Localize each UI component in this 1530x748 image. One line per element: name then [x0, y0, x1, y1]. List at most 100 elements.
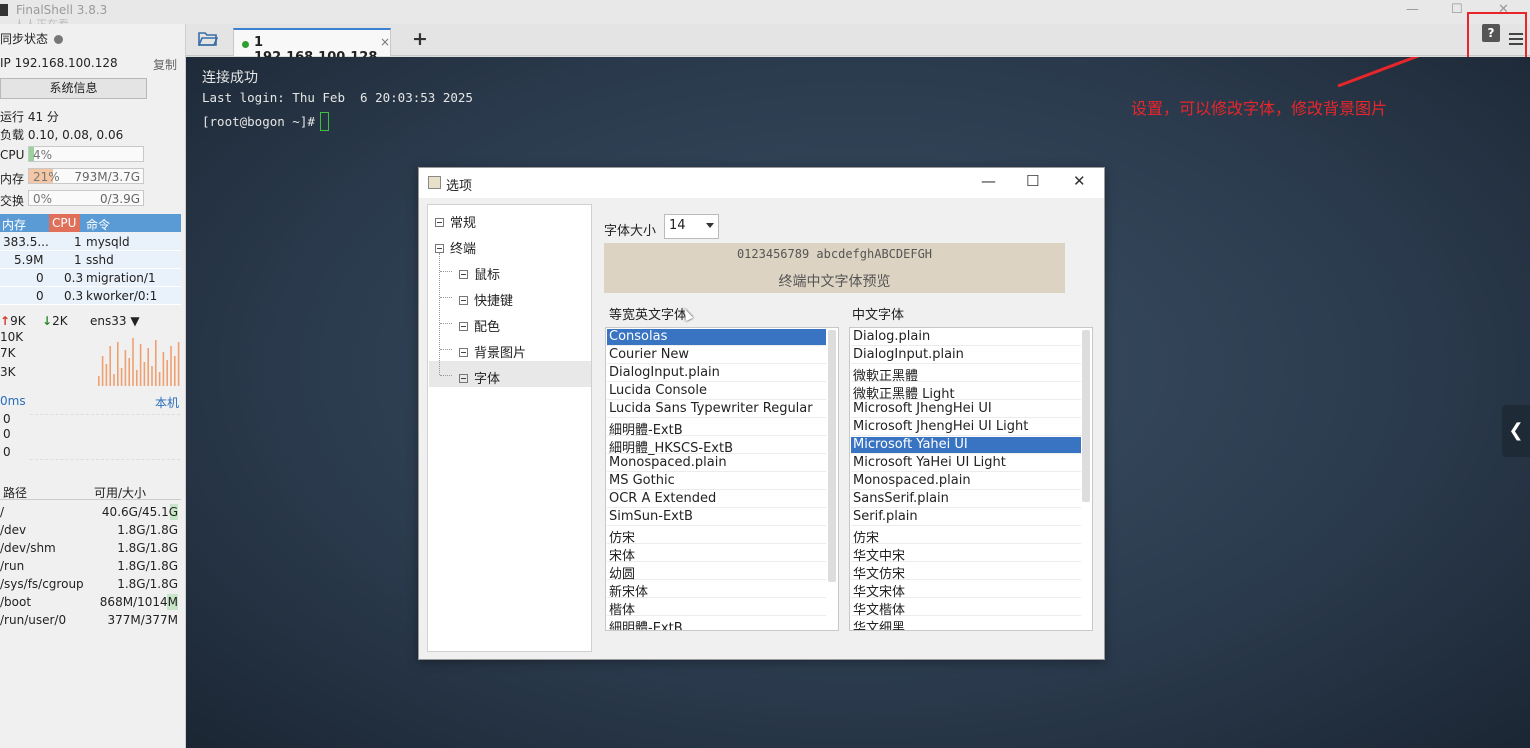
collapse-icon[interactable] — [435, 218, 444, 227]
collapse-icon[interactable] — [459, 270, 468, 279]
font-list-item[interactable]: 細明體-ExtB — [607, 617, 826, 630]
tree-item-color-scheme[interactable]: 配色 — [459, 316, 500, 335]
disk-header-path: 路径 — [3, 486, 28, 500]
font-list-item[interactable]: 华文宋体 — [851, 581, 1081, 600]
disk-row[interactable]: /dev 1.8G/1.8G — [0, 521, 181, 539]
font-list-item[interactable]: 仿宋 — [851, 527, 1081, 546]
maximize-button[interactable]: ☐ — [1451, 2, 1463, 17]
proc-header-cpu[interactable]: CPU — [49, 214, 80, 232]
dialog-maximize-button[interactable]: ☐ — [1026, 172, 1039, 190]
disk-row[interactable]: /run 1.8G/1.8G — [0, 557, 181, 575]
scrollbar[interactable] — [1082, 330, 1090, 502]
tree-item-terminal[interactable]: 终端 — [435, 238, 476, 257]
disk-row[interactable]: / 40.6G/45.1G — [0, 503, 181, 521]
tree-item-font[interactable]: 字体 — [459, 368, 500, 387]
font-list-item[interactable]: SansSerif.plain — [851, 491, 1081, 508]
collapse-icon[interactable] — [459, 348, 468, 357]
tree-connector — [440, 271, 452, 272]
font-list-item[interactable]: 华文仿宋 — [851, 563, 1081, 582]
process-row[interactable]: 383.5... 1 mysqld — [0, 233, 181, 251]
traffic-bar — [101, 356, 104, 386]
tree-item-label: 快捷键 — [474, 294, 514, 309]
copy-ip-link[interactable]: 复制 — [153, 56, 177, 73]
tree-item-background-image[interactable]: 背景图片 — [459, 342, 526, 361]
font-list-item[interactable]: Consolas — [607, 329, 826, 346]
font-list-item[interactable]: Microsoft YaHei UI Light — [851, 455, 1081, 472]
folder-icon[interactable] — [198, 31, 218, 47]
process-row[interactable]: 0 0.3 kworker/0:1 — [0, 287, 181, 305]
font-list-item[interactable]: 华文楷体 — [851, 599, 1081, 618]
mono-font-label: 等宽英文字体 — [609, 308, 688, 323]
chevron-left-icon[interactable]: ❮ — [1502, 405, 1530, 457]
minimize-button[interactable]: — — [1406, 2, 1419, 17]
font-list-item[interactable]: MS Gothic — [607, 473, 826, 490]
connected-status-icon — [242, 41, 249, 48]
ping-value: 0 — [3, 412, 11, 426]
font-list-item[interactable]: 微軟正黑體 — [851, 365, 1081, 384]
sync-status-dot-icon — [54, 35, 64, 44]
font-list-item[interactable]: Monospaced.plain — [607, 455, 826, 472]
tree-item-label: 终端 — [450, 242, 477, 257]
proc-header-mem[interactable]: 内存 — [2, 216, 26, 233]
system-info-button[interactable]: 系统信息 — [0, 78, 147, 99]
font-list-item[interactable]: 細明體-ExtB — [607, 419, 826, 438]
dropdown-arrow-icon — [706, 223, 714, 228]
font-list-item[interactable]: 华文细黑 — [851, 617, 1081, 630]
proc-cmd: mysqld — [86, 235, 130, 249]
font-list-item[interactable]: 新宋体 — [607, 581, 826, 600]
net-tick: 10K — [0, 330, 24, 344]
proc-mem: 0 — [36, 289, 44, 303]
traffic-bar — [143, 362, 146, 386]
font-list-item[interactable]: Serif.plain — [851, 509, 1081, 526]
font-list-item[interactable]: OCR A Extended — [607, 491, 826, 508]
mono-font-list[interactable]: 細明體-ExtB 楷体 新宋体 幼圆 宋体 仿宋 SimSun-ExtB OCR A Exte… — [605, 327, 839, 631]
font-list-item[interactable]: Microsoft JhengHei UI — [851, 401, 1081, 418]
ping-host[interactable]: 本机 — [155, 394, 179, 411]
dialog-minimize-button[interactable]: — — [981, 172, 996, 190]
collapse-icon[interactable] — [459, 296, 468, 305]
tree-item-mouse[interactable]: 鼠标 — [459, 264, 500, 283]
font-list-item[interactable]: 幼圆 — [607, 563, 826, 582]
font-list-item[interactable]: 楷体 — [607, 599, 826, 618]
disk-row[interactable]: /dev/shm 1.8G/1.8G — [0, 539, 181, 557]
font-list-item[interactable]: Monospaced.plain — [851, 473, 1081, 490]
proc-header-cmd[interactable]: 命令 — [86, 216, 110, 233]
font-list-item[interactable]: Lucida Console — [607, 383, 826, 400]
collapse-icon[interactable] — [459, 322, 468, 331]
process-row[interactable]: 0 0.3 migration/1 — [0, 269, 181, 287]
disk-row[interactable]: /boot 868M/1014M — [0, 593, 181, 611]
collapse-icon[interactable] — [435, 244, 444, 253]
font-list-item[interactable]: SimSun-ExtB — [607, 509, 826, 526]
font-list-item[interactable]: DialogInput.plain — [607, 365, 826, 382]
dialog-close-button[interactable]: ✕ — [1073, 172, 1086, 190]
new-tab-button[interactable]: + — [412, 28, 428, 50]
font-list-item[interactable]: Microsoft Yahei UI — [851, 437, 1081, 454]
session-tab[interactable]: 1 192.168.100.128 × — [233, 28, 391, 65]
tree-item-general[interactable]: 常规 — [435, 212, 476, 231]
font-list-item[interactable]: Lucida Sans Typewriter Regular — [607, 401, 826, 418]
tree-item-shortcuts[interactable]: 快捷键 — [459, 290, 513, 309]
traffic-bar — [162, 352, 165, 386]
font-list-item[interactable]: Dialog.plain — [851, 329, 1081, 346]
session-tab-bar: 1 192.168.100.128 × + ? — [186, 12, 1530, 65]
font-list-item[interactable]: DialogInput.plain — [851, 347, 1081, 364]
net-interface-select[interactable]: ens33 ▼ — [90, 314, 140, 328]
tree-item-label: 字体 — [474, 372, 501, 387]
disk-row[interactable]: /run/user/0 377M/377M — [0, 611, 181, 629]
font-list-item[interactable]: 宋体 — [607, 545, 826, 564]
close-tab-icon[interactable]: × — [380, 35, 390, 49]
font-list-item[interactable]: 华文中宋 — [851, 545, 1081, 564]
font-list-item[interactable]: Courier New — [607, 347, 826, 364]
process-row[interactable]: 5.9M 1 sshd — [0, 251, 181, 269]
collapse-icon[interactable] — [459, 374, 468, 383]
font-list-item[interactable]: 仿宋 — [607, 527, 826, 546]
chinese-font-list[interactable]: 华文细黑 华文楷体 华文宋体 华文仿宋 华文中宋 仿宋 Serif.plain SansSer… — [849, 327, 1093, 631]
scrollbar[interactable] — [828, 330, 836, 582]
font-list-item[interactable]: 微軟正黑體 Light — [851, 383, 1081, 402]
font-list-item[interactable]: 細明體_HKSCS-ExtB — [607, 437, 826, 456]
font-list-item[interactable]: Microsoft JhengHei UI Light — [851, 419, 1081, 436]
font-preview: 0123456789 abcdefghABCDEFGH 终端中文字体预览 — [604, 243, 1065, 293]
font-size-select[interactable]: 14 — [664, 214, 719, 239]
disk-row[interactable]: /sys/fs/cgroup 1.8G/1.8G — [0, 575, 181, 593]
font-size-label: 字体大小 — [604, 224, 657, 239]
